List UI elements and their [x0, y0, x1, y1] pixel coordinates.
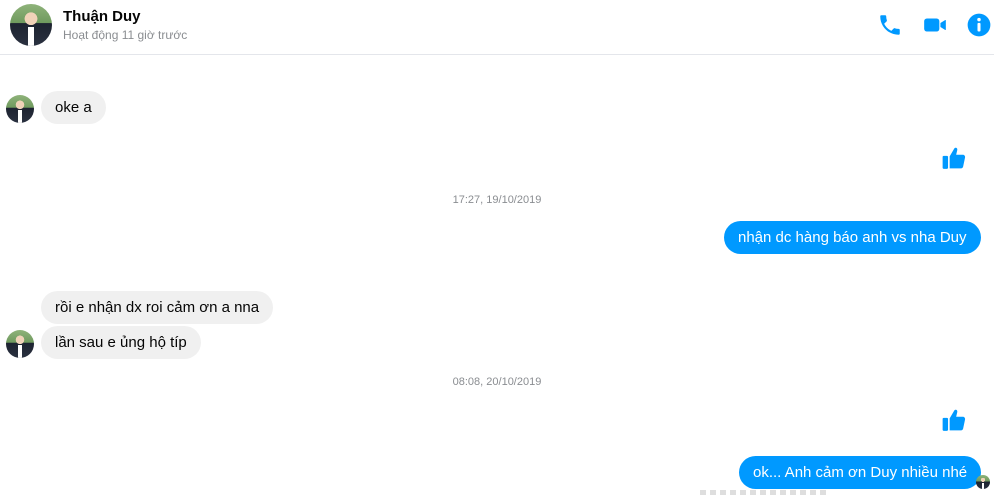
contact-name[interactable]: Thuận Duy: [63, 8, 141, 25]
contact-status: Hoạt động 11 giờ trước: [63, 28, 188, 42]
incoming-message[interactable]: oke a: [41, 91, 106, 124]
incoming-message[interactable]: rồi e nhận dx roi cảm ơn a nna: [41, 291, 274, 324]
sender-avatar[interactable]: [6, 330, 34, 358]
contact-avatar[interactable]: [10, 4, 52, 46]
info-icon[interactable]: [966, 12, 992, 38]
video-camera-icon[interactable]: [922, 12, 948, 38]
conversation-header: Thuận Duy Hoạt động 11 giờ trước: [0, 0, 994, 55]
seen-indicator-avatar: [976, 475, 990, 489]
partial-content-divider: [700, 490, 830, 495]
phone-icon[interactable]: [877, 12, 903, 38]
sender-avatar[interactable]: [6, 95, 34, 123]
outgoing-message[interactable]: nhận dc hàng báo anh vs nha Duy: [724, 221, 981, 254]
incoming-message[interactable]: lần sau e ủng hộ típ: [41, 326, 201, 359]
timestamp: 08:08, 20/10/2019: [452, 376, 542, 388]
like-thumbs-up-icon[interactable]: [941, 145, 967, 171]
outgoing-message[interactable]: ok... Anh cảm ơn Duy nhiều nhé: [739, 456, 982, 489]
timestamp: 17:27, 19/10/2019: [452, 194, 542, 206]
like-thumbs-up-icon[interactable]: [941, 407, 967, 433]
